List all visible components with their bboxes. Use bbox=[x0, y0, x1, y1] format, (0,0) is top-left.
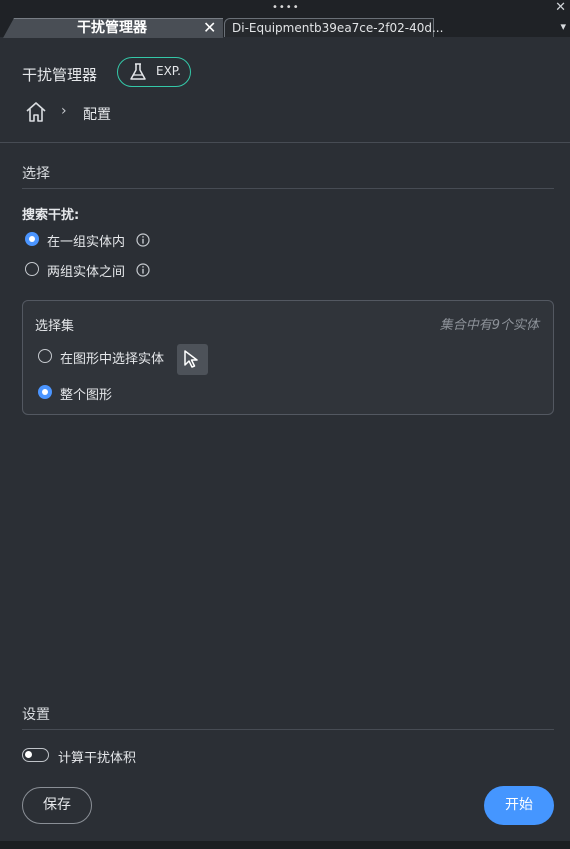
tab-label: Di-Equipmentb39ea7ce-2f02-40d... bbox=[232, 21, 444, 35]
experimental-badge: EXP. bbox=[117, 57, 191, 87]
search-interference-label: 搜索干扰: bbox=[22, 208, 80, 223]
divider bbox=[0, 142, 570, 143]
tab-equipment-document[interactable]: Di-Equipmentb39ea7ce-2f02-40d... bbox=[224, 18, 443, 37]
info-icon[interactable] bbox=[136, 263, 150, 277]
info-icon[interactable] bbox=[136, 233, 150, 247]
tab-label: 干扰管理器 bbox=[77, 20, 147, 36]
selection-set-panel: 选择集 集合中有9个实体 在图形中选择实体 整个图形 bbox=[22, 300, 554, 415]
pointer-select-icon bbox=[184, 350, 198, 368]
selection-set-title: 选择集 bbox=[35, 319, 75, 334]
flask-icon bbox=[130, 63, 146, 80]
section-divider bbox=[22, 188, 554, 189]
pick-entities-button[interactable] bbox=[177, 344, 208, 375]
entity-count-text: 集合中有9个实体 bbox=[439, 318, 539, 333]
radio-within-one-set[interactable] bbox=[25, 232, 39, 246]
page-title: 干扰管理器 bbox=[22, 66, 98, 84]
bottom-strip bbox=[0, 841, 570, 849]
radio-label-select-in-graphics: 在图形中选择实体 bbox=[60, 352, 165, 367]
radio-label-between-two-sets: 两组实体之间 bbox=[47, 265, 126, 280]
radio-label-entire-graphic: 整个图形 bbox=[60, 388, 113, 403]
breadcrumb-current: 配置 bbox=[83, 107, 111, 123]
radio-select-in-graphics[interactable] bbox=[38, 349, 52, 363]
badge-label: EXP. bbox=[156, 64, 181, 78]
save-button[interactable]: 保存 bbox=[22, 787, 92, 824]
section-divider bbox=[22, 729, 554, 730]
tab-bar: •••• ✕ 干扰管理器 ✕ Di-Equipmentb39ea7ce-2f02… bbox=[0, 0, 570, 38]
section-heading-selection: 选择 bbox=[22, 166, 50, 182]
home-icon[interactable] bbox=[24, 100, 48, 124]
section-heading-settings: 设置 bbox=[22, 707, 50, 723]
tab-list-dropdown-icon[interactable]: ▾ bbox=[560, 20, 566, 34]
tab-close-icon[interactable]: ✕ bbox=[203, 18, 216, 37]
radio-label-within-one-set: 在一组实体内 bbox=[47, 235, 126, 250]
calculate-volume-toggle[interactable] bbox=[22, 748, 49, 762]
start-button[interactable]: 开始 bbox=[484, 786, 554, 825]
calculate-volume-label: 计算干扰体积 bbox=[58, 751, 137, 766]
window-close-icon[interactable]: ✕ bbox=[555, 0, 566, 16]
tab-interference-manager[interactable]: 干扰管理器 ✕ bbox=[3, 18, 223, 38]
drag-grip-icon[interactable]: •••• bbox=[272, 3, 300, 13]
radio-entire-graphic[interactable] bbox=[38, 385, 52, 399]
radio-between-two-sets[interactable] bbox=[25, 262, 39, 276]
breadcrumb-separator-icon: › bbox=[61, 103, 67, 119]
